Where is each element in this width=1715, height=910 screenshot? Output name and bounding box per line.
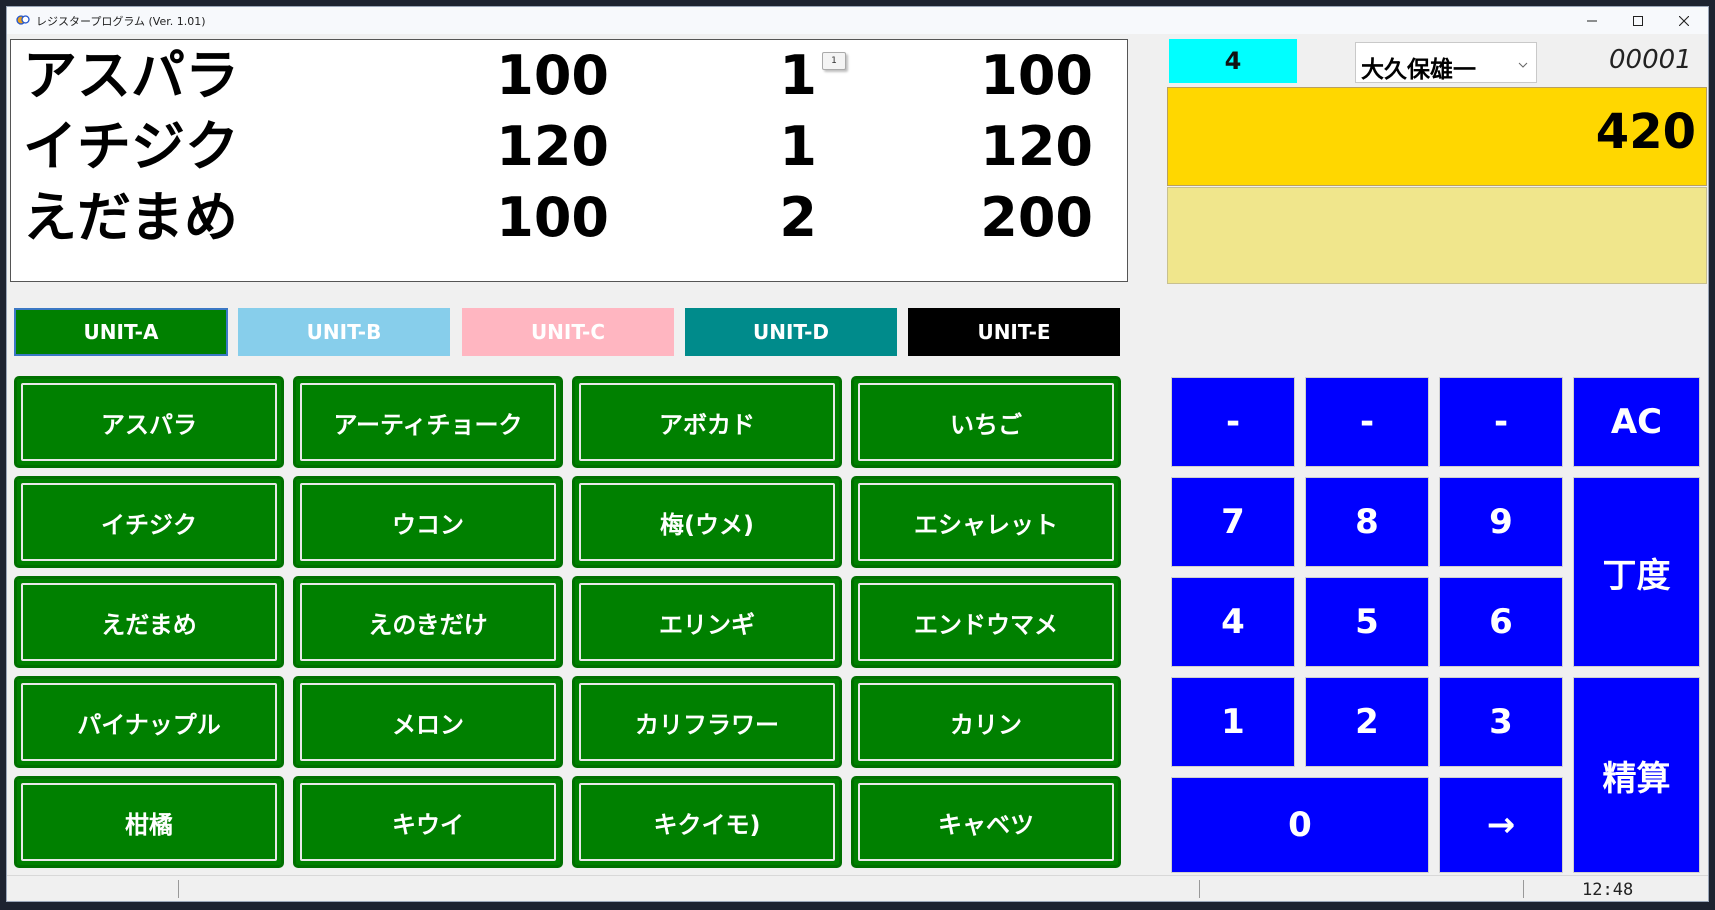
product-button[interactable]: エリンギ (572, 576, 842, 668)
digit-4-key[interactable]: 4 (1171, 577, 1295, 667)
status-divider (1199, 880, 1200, 898)
product-button[interactable]: エシャレット (851, 476, 1121, 568)
item-qty: 1 (779, 44, 817, 107)
total-amount: 420 (1595, 104, 1696, 160)
receipt-line[interactable]: えだまめ 100 2 200 (11, 183, 1129, 253)
exact-amount-button[interactable]: 丁度 (1573, 477, 1700, 667)
item-qty: 1 (779, 115, 817, 178)
product-button[interactable]: 梅(ウメ) (572, 476, 842, 568)
product-button[interactable]: エンドウマメ (851, 576, 1121, 668)
item-price: 100 (496, 186, 609, 249)
receipt-line[interactable]: アスパラ 100 1 100 (11, 41, 1129, 111)
maximize-icon (1633, 15, 1643, 26)
minimize-button[interactable] (1569, 7, 1615, 34)
product-button[interactable]: パイナップル (14, 676, 284, 768)
tab-unit-a[interactable]: UNIT-A (14, 308, 228, 356)
app-window: レジスタープログラム (Ver. 1.01) アスパラ 100 1 100 イチ… (6, 6, 1709, 902)
product-button[interactable]: カリフラワー (572, 676, 842, 768)
item-name: えだまめ (23, 186, 238, 249)
product-button[interactable]: キウイ (293, 776, 563, 868)
item-qty: 2 (779, 186, 817, 249)
digit-3-key[interactable]: 3 (1439, 677, 1563, 767)
digit-6-key[interactable]: 6 (1439, 577, 1563, 667)
item-price: 100 (496, 44, 609, 107)
product-button[interactable]: カリン (851, 676, 1121, 768)
product-button[interactable]: アスパラ (14, 376, 284, 468)
item-total: 200 (980, 186, 1093, 249)
tooltip: 1 (822, 52, 846, 70)
item-count-display: 4 (1169, 39, 1297, 83)
product-button[interactable]: えだまめ (14, 576, 284, 668)
product-button[interactable]: ウコン (293, 476, 563, 568)
tab-unit-e[interactable]: UNIT-E (908, 308, 1120, 356)
app-logo-icon (16, 15, 30, 25)
staff-select-value: 大久保雄一 (1361, 57, 1476, 83)
item-total: 120 (980, 115, 1093, 178)
title-bar[interactable]: レジスタープログラム (Ver. 1.01) (7, 7, 1708, 34)
close-button[interactable] (1661, 7, 1707, 34)
digit-1-key[interactable]: 1 (1171, 677, 1295, 767)
all-clear-button[interactable]: AC (1573, 377, 1700, 467)
checkout-button[interactable]: 精算 (1573, 677, 1700, 873)
window-title: レジスタープログラム (Ver. 1.01) (36, 15, 206, 28)
staff-select[interactable]: 大久保雄一 (1355, 42, 1537, 83)
receipt-line[interactable]: イチジク 120 1 120 (11, 112, 1129, 182)
digit-7-key[interactable]: 7 (1171, 477, 1295, 567)
receipt-list[interactable]: アスパラ 100 1 100 イチジク 120 1 120 えだまめ 100 2… (10, 39, 1128, 282)
product-button[interactable]: イチジク (14, 476, 284, 568)
product-button[interactable]: メロン (293, 676, 563, 768)
status-divider (1523, 880, 1524, 898)
chevron-down-icon (1518, 62, 1528, 68)
sub-display (1167, 187, 1707, 284)
close-icon (1679, 15, 1689, 26)
total-display: 420 (1167, 87, 1707, 186)
tab-unit-c[interactable]: UNIT-C (462, 308, 674, 356)
tab-unit-d[interactable]: UNIT-D (685, 308, 897, 356)
status-divider (178, 880, 179, 898)
item-price: 120 (496, 115, 609, 178)
dash-key[interactable]: - (1305, 377, 1429, 467)
item-name: アスパラ (23, 44, 239, 107)
digit-0-key[interactable]: 0 (1171, 777, 1429, 873)
status-clock: 12:48 (1582, 880, 1634, 900)
product-button[interactable]: えのきだけ (293, 576, 563, 668)
digit-5-key[interactable]: 5 (1305, 577, 1429, 667)
digit-2-key[interactable]: 2 (1305, 677, 1429, 767)
minimize-icon (1587, 20, 1597, 21)
digit-9-key[interactable]: 9 (1439, 477, 1563, 567)
status-bar: 12:48 (7, 875, 1708, 901)
product-button[interactable]: キャベツ (851, 776, 1121, 868)
product-button[interactable]: いちご (851, 376, 1121, 468)
maximize-button[interactable] (1615, 7, 1661, 34)
product-button[interactable]: キクイモ) (572, 776, 842, 868)
arrow-right-key[interactable]: → (1439, 777, 1563, 873)
item-total: 100 (980, 44, 1093, 107)
dash-key[interactable]: - (1171, 377, 1295, 467)
item-name: イチジク (23, 115, 239, 178)
tab-unit-b[interactable]: UNIT-B (238, 308, 450, 356)
digit-8-key[interactable]: 8 (1305, 477, 1429, 567)
receipt-number: 00001 (1609, 45, 1692, 75)
product-button[interactable]: 柑橘 (14, 776, 284, 868)
product-button[interactable]: アボカド (572, 376, 842, 468)
dash-key[interactable]: - (1439, 377, 1563, 467)
product-button[interactable]: アーティチョーク (293, 376, 563, 468)
